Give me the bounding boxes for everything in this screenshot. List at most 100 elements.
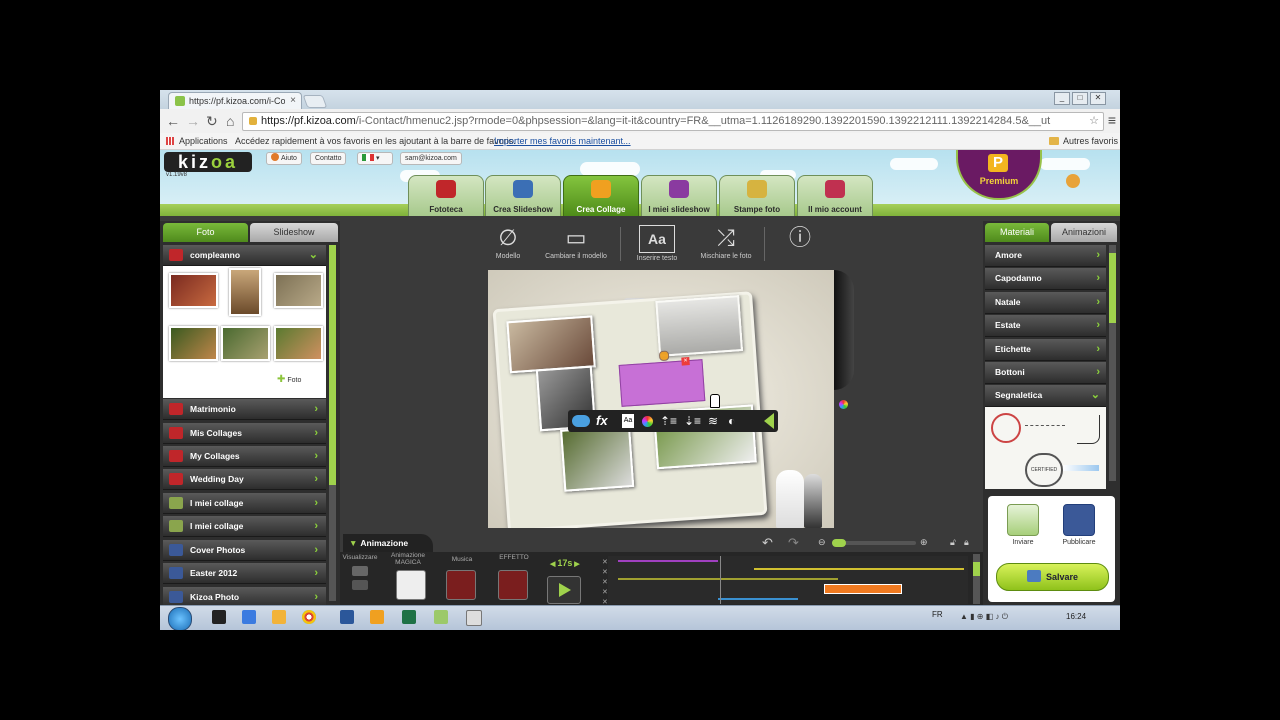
material-category[interactable]: Amore › [985, 245, 1106, 267]
album-selector[interactable]: compleanno ⌄ [163, 245, 326, 266]
nav-tab-stampe-foto[interactable]: Stampe foto [719, 175, 795, 216]
playhead[interactable] [720, 556, 721, 604]
text-style-button[interactable]: Aa [622, 414, 634, 428]
layer-icon[interactable]: ≋ [708, 410, 718, 432]
collage-photo[interactable] [560, 425, 635, 492]
home-icon[interactable]: ⌂ [226, 112, 234, 130]
excel-icon[interactable] [402, 610, 416, 624]
album-item[interactable]: I miei collage › [163, 493, 326, 514]
kizoa-logo[interactable]: kizoa [164, 152, 252, 172]
zoom-in-icon[interactable]: ⊕ [920, 537, 928, 548]
blue-arrow-sticker[interactable] [1063, 465, 1099, 471]
material-category[interactable]: Natale › [985, 292, 1106, 314]
start-button[interactable] [168, 607, 192, 630]
curved-arrow-sticker[interactable] [1077, 415, 1100, 444]
timeline-track[interactable] [618, 560, 718, 562]
browser-tab[interactable]: https://pf.kizoa.com/i-Co × [168, 92, 302, 110]
collapse-toolbar-icon[interactable] [764, 413, 774, 429]
apps-link[interactable]: Applications [179, 133, 228, 149]
nav-tab-crea-slideshow[interactable]: Crea Slideshow [485, 175, 561, 216]
zoom-slider[interactable] [832, 539, 916, 547]
back-icon[interactable]: ← [166, 112, 180, 130]
color-picker-icon[interactable] [839, 400, 848, 409]
send-backward-icon[interactable]: ⇣≡ [684, 410, 701, 432]
music-icon[interactable] [446, 570, 476, 600]
photo-thumbnail[interactable] [274, 273, 323, 308]
material-category[interactable]: Etichette › [985, 339, 1106, 361]
save-button[interactable]: Salvare [996, 563, 1109, 591]
play-button[interactable] [547, 576, 581, 604]
forward-icon[interactable]: → [186, 112, 200, 130]
left-scrollbar[interactable] [329, 245, 336, 601]
tab-animazioni[interactable]: Animazioni [1051, 223, 1117, 242]
outlook-icon[interactable] [272, 610, 286, 624]
effect-icon[interactable] [498, 570, 528, 600]
new-tab-button[interactable] [302, 95, 328, 108]
window-icon[interactable] [466, 610, 482, 626]
model-button[interactable]: ∅ Modello [488, 221, 528, 260]
view-alt-icon[interactable] [352, 580, 368, 590]
timeline-title[interactable]: ▼ Animazione [343, 534, 433, 552]
bring-forward-icon[interactable]: ⇡≡ [660, 410, 677, 432]
certified-stamp-sticker[interactable]: CERTIFIED [1025, 453, 1063, 487]
collage-canvas[interactable]: × fx Aa ⇡≡ ⇣≡ ≋ ◐ [488, 270, 834, 528]
apps-icon[interactable] [166, 137, 174, 145]
album-item[interactable]: I miei collage › [163, 516, 326, 537]
bookmark-star-icon[interactable]: ☆ [1089, 113, 1099, 130]
add-photo-button[interactable]: ✚ Foto [277, 374, 301, 385]
change-template-button[interactable]: ▭ Cambiare il modello [536, 221, 616, 260]
minimize-icon[interactable]: _ [1054, 92, 1070, 105]
material-category[interactable]: Capodanno › [985, 268, 1106, 290]
collage-photo[interactable] [506, 315, 596, 374]
tab-close-icon[interactable]: × [290, 95, 296, 106]
photo-thumbnail[interactable] [169, 273, 218, 308]
material-category-open[interactable]: Segnaletica ⌄ [985, 385, 1106, 407]
undo-icon[interactable]: ↶ [762, 535, 773, 551]
track-remove-icons[interactable]: ✕ ✕ ✕ ✕ ✕ [602, 558, 608, 608]
premium-badge[interactable]: P Premium [956, 150, 1042, 200]
media-icon[interactable] [370, 610, 384, 624]
view-icon[interactable] [352, 566, 368, 576]
material-category[interactable]: Bottoni › [985, 362, 1106, 384]
terminal-icon[interactable] [212, 610, 226, 624]
maximize-icon[interactable]: □ [1072, 92, 1088, 105]
photo-thumbnail[interactable] [274, 326, 323, 361]
effects-icon[interactable] [572, 415, 590, 427]
nav-tab-crea-collage[interactable]: Crea Collage [563, 175, 639, 216]
chrome-icon[interactable] [302, 610, 316, 624]
help-button[interactable]: Aiuto [266, 152, 302, 165]
timeline-track[interactable] [718, 598, 798, 600]
tab-slideshow[interactable]: Slideshow [250, 223, 338, 242]
language-selector[interactable]: ▾ [357, 152, 393, 165]
photo-thumbnail[interactable] [169, 326, 218, 361]
url-field[interactable]: https://pf.kizoa.com/i-Contact/hmenuc2.j… [242, 112, 1104, 131]
reload-icon[interactable]: ↻ [206, 112, 218, 130]
material-category[interactable]: Estate › [985, 315, 1106, 337]
contact-button[interactable]: Contatto [310, 152, 347, 165]
magic-wand-icon[interactable] [396, 570, 426, 600]
timeline-track[interactable] [618, 578, 838, 580]
unlock-icon[interactable]: 🔓︎ [950, 537, 956, 548]
bride-sticker[interactable] [776, 470, 804, 528]
publish-button[interactable]: Pubblicare [1054, 504, 1104, 546]
shuffle-photos-button[interactable]: ⤮ Mischiare le foto [694, 221, 758, 260]
import-bookmarks-link[interactable]: Importer mes favoris maintenant... [494, 133, 631, 149]
collage-photo[interactable] [655, 295, 744, 357]
photo-thumbnail[interactable] [221, 326, 270, 361]
send-button[interactable]: Inviare [998, 504, 1048, 546]
insert-text-button[interactable]: Aa Inserire testo [628, 221, 686, 262]
redo-icon[interactable]: ↷ [788, 535, 799, 551]
selected-timeline-clip[interactable] [824, 584, 902, 594]
tab-foto[interactable]: Foto [163, 223, 248, 242]
system-clock[interactable]: 16:24 [1066, 612, 1086, 621]
color-wheel-icon[interactable] [642, 416, 653, 427]
album-item[interactable]: Cover Photos › [163, 540, 326, 561]
airmail-stamp-sticker[interactable] [991, 413, 1021, 443]
info-button[interactable]: ⓘ [780, 221, 820, 253]
right-scrollbar[interactable] [1109, 245, 1116, 481]
other-bookmarks[interactable]: Autres favoris [1063, 133, 1118, 149]
browser-menu-icon[interactable]: ≡ [1108, 112, 1116, 128]
nav-tab-fototeca[interactable]: Fototeca [408, 175, 484, 216]
word-icon[interactable] [340, 610, 354, 624]
fx-button[interactable]: fx [596, 410, 608, 432]
